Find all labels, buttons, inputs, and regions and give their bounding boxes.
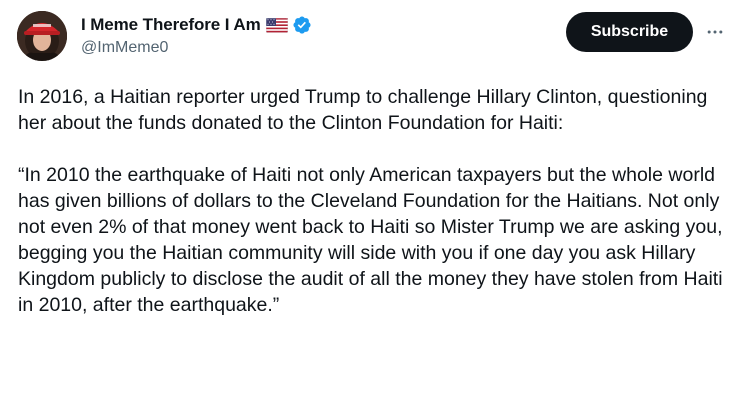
avatar-image <box>17 11 67 61</box>
author-handle[interactable]: @ImMeme0 <box>81 39 168 57</box>
author-name-row: I Meme Therefore I Am <box>81 13 312 37</box>
us-flag-icon <box>265 17 288 33</box>
verified-badge-icon[interactable] <box>292 15 312 35</box>
post-quote-paragraph: “In 2010 the earthquake of Haiti not onl… <box>18 164 723 316</box>
more-options-button[interactable] <box>703 20 727 44</box>
post-paragraph: In 2016, a Haitian reporter urged Trump … <box>18 86 708 134</box>
more-horizontal-icon <box>707 30 723 34</box>
subscribe-button[interactable]: Subscribe <box>566 12 693 52</box>
author-display-name[interactable]: I Meme Therefore I Am <box>81 15 261 35</box>
post: I Meme Therefore I Am @ImMeme0 Subscribe… <box>0 0 732 412</box>
avatar[interactable] <box>17 11 67 61</box>
post-text: In 2016, a Haitian reporter urged Trump … <box>18 84 724 318</box>
